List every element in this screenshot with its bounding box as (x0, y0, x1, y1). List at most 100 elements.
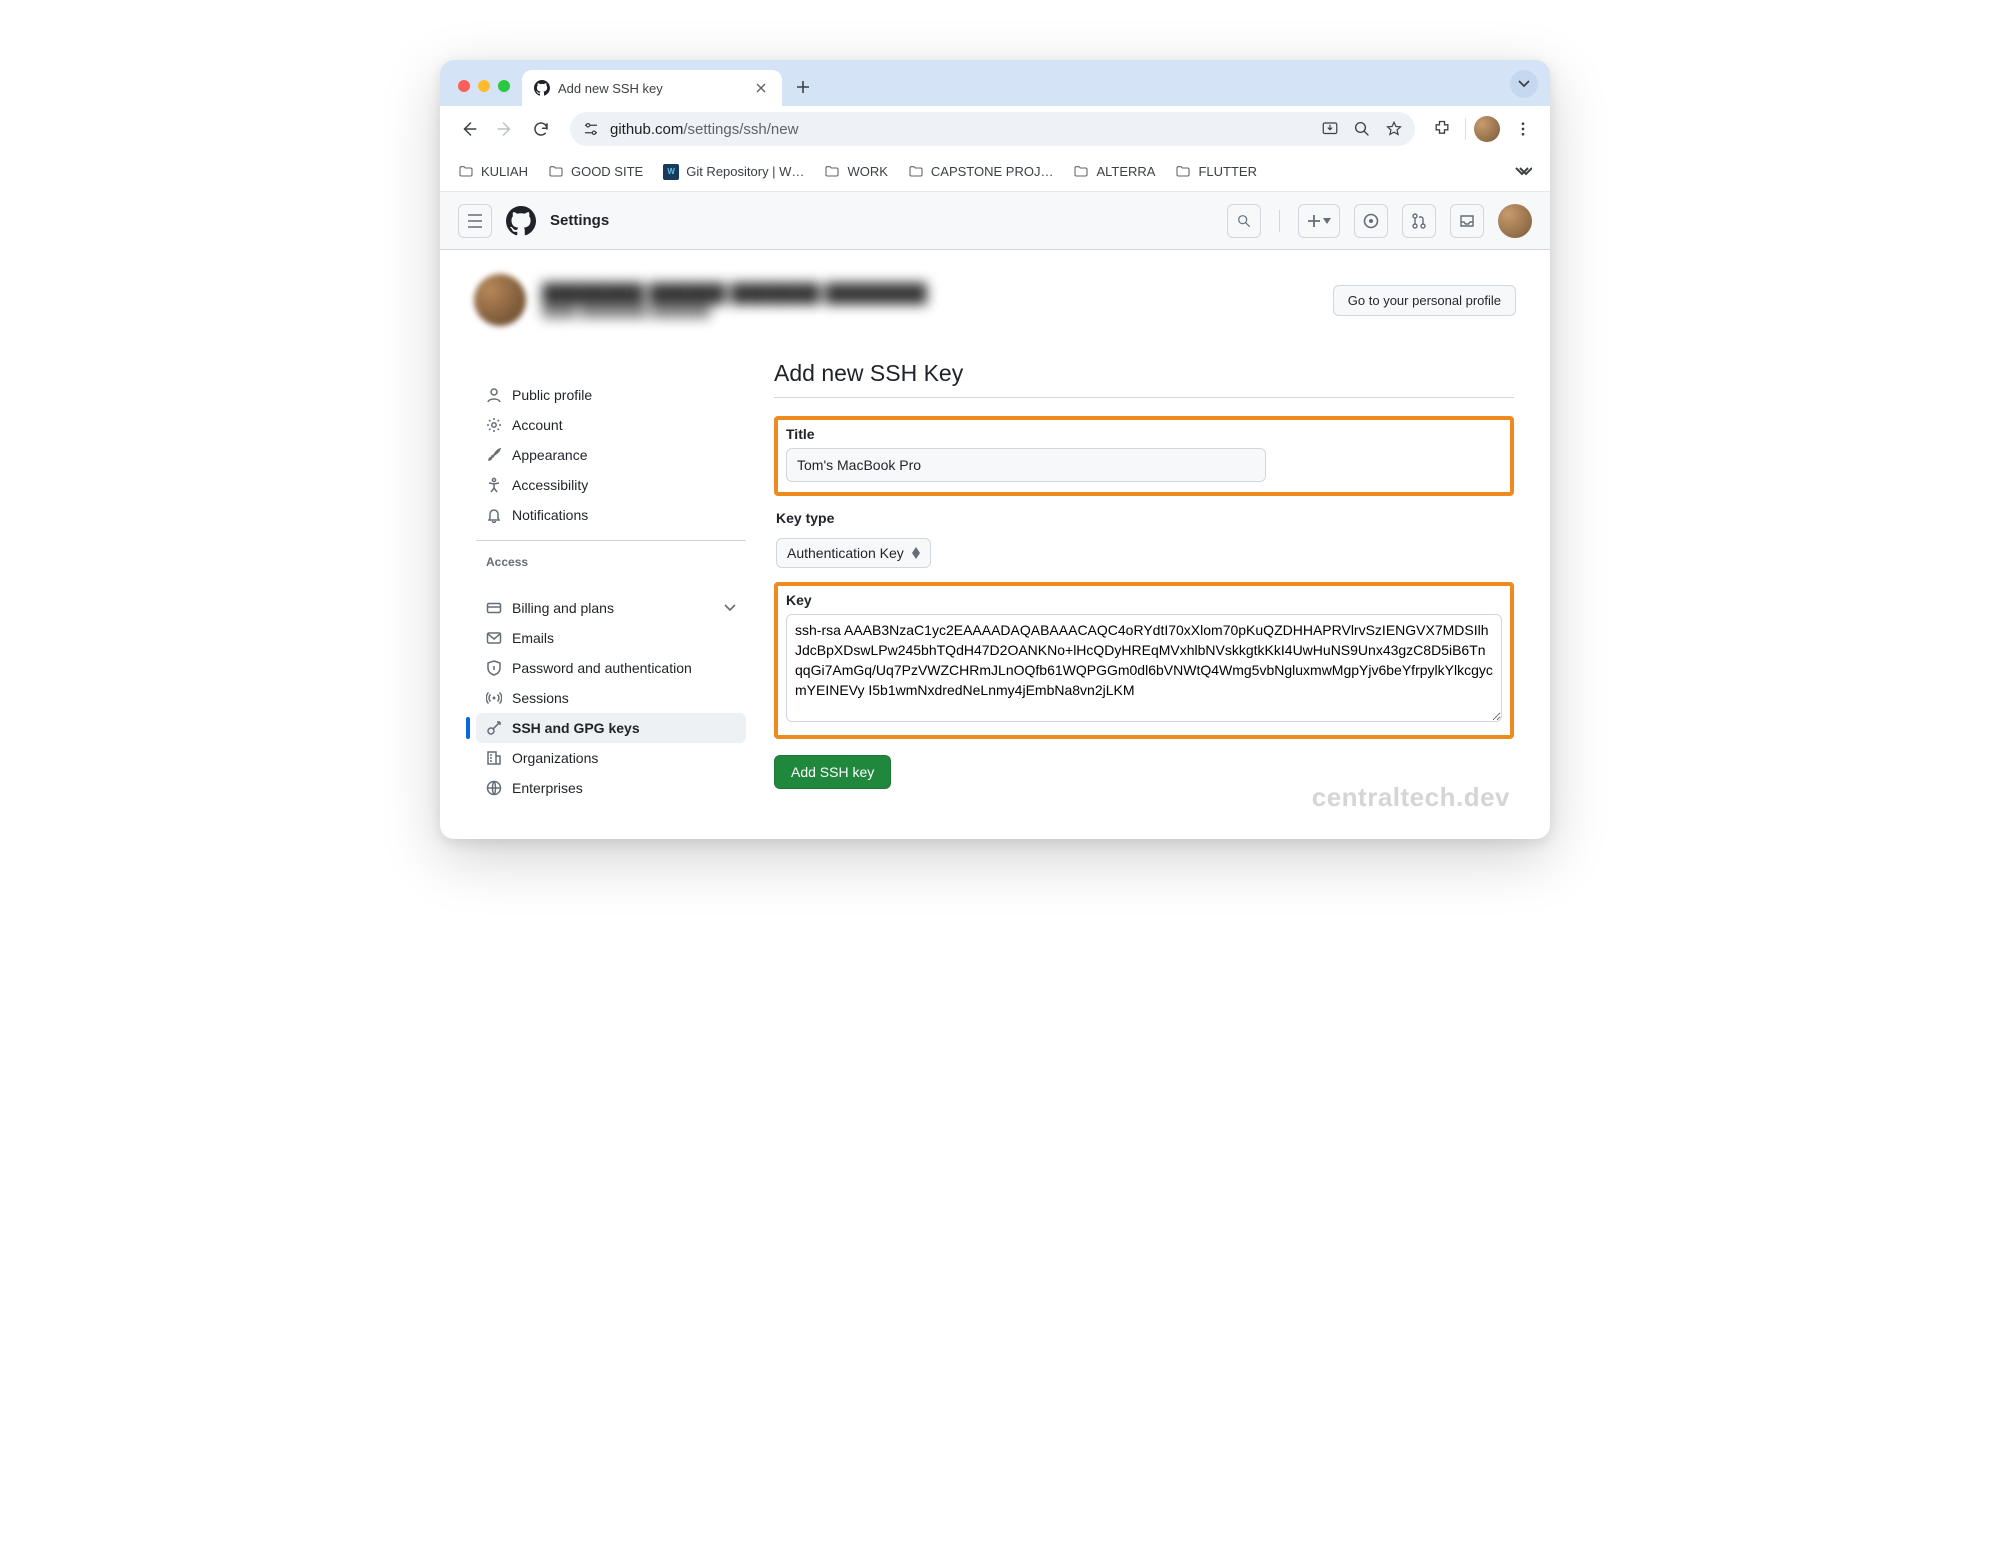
person-icon (486, 387, 502, 403)
key-label: Key (786, 592, 1502, 608)
header-page-title: Settings (550, 212, 609, 229)
bookmark-folder[interactable]: ALTERRA (1073, 164, 1155, 180)
tabs-dropdown-button[interactable] (1510, 70, 1538, 98)
gear-icon (486, 417, 502, 433)
inbox-button[interactable] (1450, 204, 1484, 238)
main-content: Add new SSH Key Title Key type Authentic… (774, 360, 1514, 803)
browser-tab[interactable]: Add new SSH key (522, 70, 782, 106)
globe-icon (486, 780, 502, 796)
search-button[interactable] (1227, 204, 1261, 238)
sidebar-item[interactable]: Enterprises (476, 773, 746, 803)
brush-icon (486, 447, 502, 463)
bookmark-folder[interactable]: CAPSTONE PROJ… (908, 164, 1054, 180)
sidebar-item[interactable]: Billing and plans (476, 593, 746, 623)
nav-forward-button[interactable] (488, 112, 522, 146)
settings-sidebar: Public profile Account Appearance Accessibi… (476, 360, 746, 803)
bell-icon (486, 507, 502, 523)
user-avatar[interactable] (1498, 204, 1532, 238)
sidebar-item[interactable]: Notifications (476, 500, 746, 530)
keytype-label: Key type (776, 510, 1514, 526)
browser-menu-icon[interactable] (1508, 114, 1538, 144)
sidebar-item[interactable]: Password and authentication (476, 653, 746, 683)
sidebar-item-label: SSH and GPG keys (512, 720, 640, 736)
extensions-icon[interactable] (1427, 114, 1457, 144)
nav-reload-button[interactable] (524, 112, 558, 146)
window-close-icon[interactable] (458, 80, 470, 92)
site-settings-icon[interactable] (582, 120, 600, 138)
url-path: /settings/ssh/new (683, 121, 798, 138)
profile-header: ████████ ██████ ███████ ████████ ████ ██… (474, 274, 1516, 326)
add-ssh-key-button[interactable]: Add SSH key (774, 755, 891, 789)
key-icon (486, 720, 502, 736)
keytype-select[interactable]: Authentication Key (776, 538, 931, 568)
zoom-icon[interactable] (1353, 120, 1371, 138)
sidebar-item-label: Password and authentication (512, 660, 692, 676)
sidebar-item-label: Account (512, 417, 563, 433)
broadcast-icon (486, 690, 502, 706)
bookmark-folder[interactable]: FLUTTER (1175, 164, 1257, 180)
chevron-down-icon (724, 604, 736, 612)
sidebar-section-heading: Access (476, 551, 746, 573)
sidebar-item-label: Appearance (512, 447, 588, 463)
sidebar-item[interactable]: Organizations (476, 743, 746, 773)
bookmark-folder[interactable]: KULIAH (458, 164, 528, 180)
sidebar-item[interactable]: Appearance (476, 440, 746, 470)
issues-button[interactable] (1354, 204, 1388, 238)
shield-icon (486, 660, 502, 676)
window-maximize-icon[interactable] (498, 80, 510, 92)
key-textarea[interactable] (786, 614, 1502, 722)
site-favicon-icon: W (663, 164, 679, 180)
title-input[interactable] (786, 448, 1266, 482)
new-tab-button[interactable] (788, 72, 818, 102)
bookmark-folder[interactable]: WORK (824, 164, 887, 180)
sidebar-item-label: Accessibility (512, 477, 588, 493)
watermark-text: centraltech.dev (1312, 782, 1510, 813)
github-favicon-icon (534, 80, 550, 96)
bookmark-star-icon[interactable] (1385, 120, 1403, 138)
hamburger-menu-button[interactable] (458, 204, 492, 238)
highlight-title-box: Title (774, 416, 1514, 496)
bookmarks-overflow-icon[interactable] (1514, 166, 1532, 178)
page-body: Public profile Account Appearance Accessibi… (440, 332, 1550, 839)
url-input[interactable]: github.com/settings/ssh/new (570, 112, 1415, 146)
bookmarks-bar: KULIAH GOOD SITE W Git Repository | W… W… (440, 152, 1550, 192)
page-heading: Add new SSH Key (774, 360, 1514, 398)
mail-icon (486, 630, 502, 646)
url-domain: github.com (610, 121, 683, 138)
highlight-key-box: Key (774, 582, 1514, 739)
bookmark-folder[interactable]: GOOD SITE (548, 164, 643, 180)
pull-requests-button[interactable] (1402, 204, 1436, 238)
tab-title: Add new SSH key (558, 81, 663, 96)
profile-avatar (474, 274, 526, 326)
org-icon (486, 750, 502, 766)
sidebar-item-label: Emails (512, 630, 554, 646)
sidebar-item[interactable]: Accessibility (476, 470, 746, 500)
browser-tabbar: Add new SSH key (440, 60, 1550, 106)
sidebar-item[interactable]: SSH and GPG keys (476, 713, 746, 743)
browser-addressbar: github.com/settings/ssh/new (440, 106, 1550, 152)
card-icon (486, 600, 502, 616)
github-header: Settings (440, 192, 1550, 250)
sidebar-item-label: Notifications (512, 507, 588, 523)
accessibility-icon (486, 477, 502, 493)
browser-profile-avatar[interactable] (1474, 116, 1500, 142)
window-controls (452, 80, 516, 106)
sidebar-item-label: Enterprises (512, 780, 583, 796)
github-logo-icon[interactable] (506, 206, 536, 236)
sidebar-item-label: Public profile (512, 387, 592, 403)
install-app-icon[interactable] (1321, 120, 1339, 138)
sidebar-item-label: Billing and plans (512, 600, 614, 616)
title-label: Title (786, 426, 1502, 442)
sidebar-item[interactable]: Sessions (476, 683, 746, 713)
window-minimize-icon[interactable] (478, 80, 490, 92)
sidebar-item[interactable]: Emails (476, 623, 746, 653)
select-sort-icon (912, 547, 920, 559)
sidebar-item[interactable]: Account (476, 410, 746, 440)
go-to-profile-button[interactable]: Go to your personal profile (1333, 285, 1516, 316)
keytype-value: Authentication Key (787, 545, 904, 561)
sidebar-item[interactable]: Public profile (476, 380, 746, 410)
create-new-button[interactable] (1298, 204, 1340, 238)
tab-close-icon[interactable] (752, 79, 770, 97)
bookmark-site[interactable]: W Git Repository | W… (663, 164, 804, 180)
nav-back-button[interactable] (452, 112, 486, 146)
